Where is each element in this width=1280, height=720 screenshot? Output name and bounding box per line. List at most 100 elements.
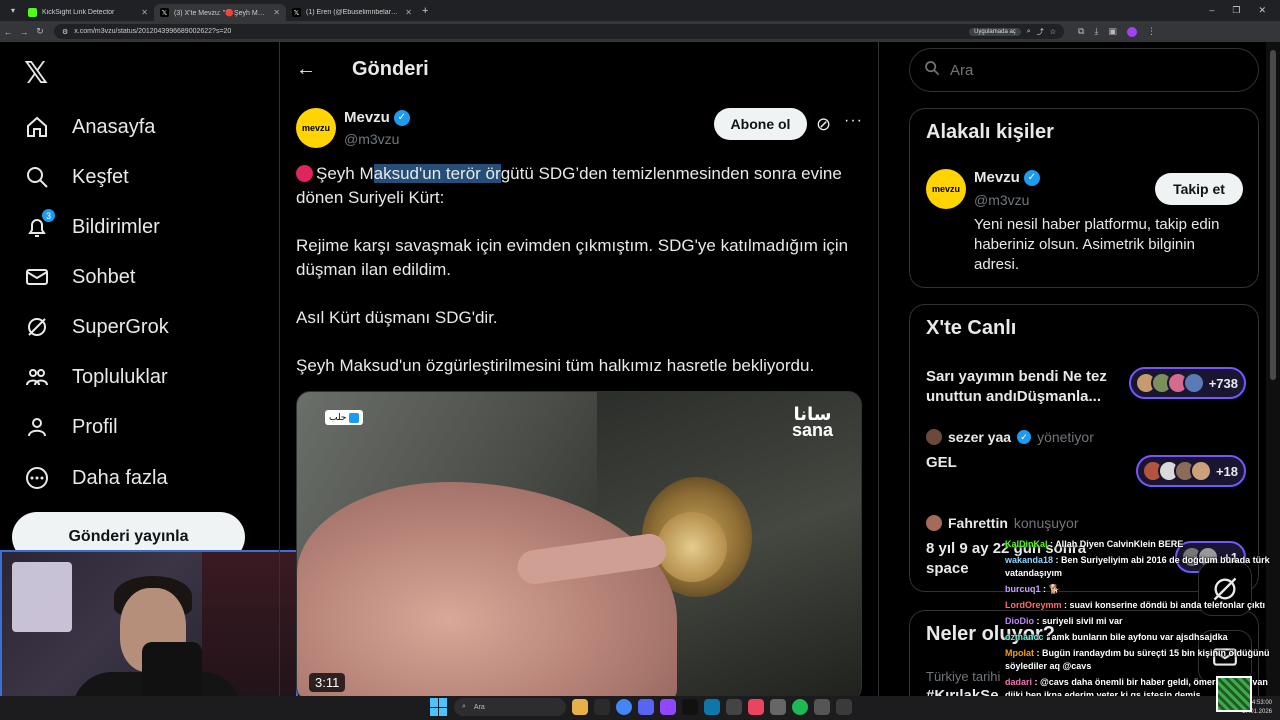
windows-start-icon[interactable] [430, 698, 448, 716]
app-icon[interactable] [836, 699, 852, 715]
terminal-icon[interactable] [594, 699, 610, 715]
chat-message: DioDio : suriyeli sivil mi var [1005, 616, 1123, 626]
taskbar-search-text: Ara [473, 703, 485, 711]
app-icon[interactable] [748, 699, 764, 715]
search-icon: ⌕ [462, 703, 466, 710]
obs-icon[interactable] [682, 699, 698, 715]
communities-icon [24, 364, 50, 390]
live-item[interactable]: Sarı yayımın bendi Ne tez unuttun andıDü… [926, 367, 1246, 407]
chat-text: Bugün irandaydım bu süreçti 15 bin kişin… [1005, 648, 1270, 671]
nav-item-profile[interactable]: Profil [24, 412, 118, 442]
sana-watermark: سانا sana [792, 405, 833, 439]
chat-message: wakanda18 : Ben Suriyeliyim abi 2016 de … [1005, 555, 1270, 578]
chrome-icon[interactable] [616, 699, 632, 715]
author-avatar[interactable]: mevzu [296, 108, 336, 148]
nav-label: Keşfet [72, 165, 129, 188]
x-logo-icon[interactable]: 𝕏 [24, 56, 48, 91]
tab-menu-icon[interactable]: ▾ [4, 4, 22, 18]
nav-label: Bildirimler [72, 215, 160, 238]
selected-text: aksud'un terör ör [373, 164, 501, 183]
live-item[interactable]: sezer yaa ✓ yönetiyor GEL +18 [926, 429, 1246, 487]
post-body: Şeyh Maksud'un terör örgütü SDG’den temi… [296, 162, 866, 402]
url-text: x.com/m3vzu/status/2012043996689002622?s… [74, 28, 232, 35]
chat-text: amk bunların bile ayfonu var ajsdhsajdka [1051, 632, 1228, 642]
nav-label: Anasayfa [72, 115, 156, 138]
spotify-icon[interactable] [792, 699, 808, 715]
restore-icon[interactable]: ❐ [1232, 5, 1240, 16]
twitch-icon[interactable] [660, 699, 676, 715]
related-name[interactable]: Mevzu ✓ [974, 169, 1040, 186]
host-avatar [926, 515, 942, 531]
chat-text: 🐕 [1048, 584, 1060, 594]
search-input[interactable]: Ara [909, 48, 1259, 92]
minimize-icon[interactable]: – [1209, 5, 1214, 16]
follow-button[interactable]: Takip et [1155, 173, 1243, 205]
share-icon[interactable]: ⤴ [1037, 27, 1044, 37]
discord-icon[interactable] [638, 699, 654, 715]
grok-explain-icon[interactable]: ⊘ [816, 114, 831, 135]
nav-item-supergrok[interactable]: SuperGrok [24, 312, 169, 342]
related-avatar[interactable]: mevzu [926, 169, 966, 209]
author-handle[interactable]: @m3vzu [344, 131, 399, 147]
listeners-pill[interactable]: +738 [1128, 367, 1246, 399]
text-segment: Şeyh M [316, 164, 374, 183]
site-info-icon[interactable]: ⚙ [62, 28, 68, 36]
extensions-icon[interactable]: ⧉ [1078, 26, 1084, 37]
download-icon[interactable]: ⤓ [1094, 26, 1098, 37]
omnibox[interactable]: ⚙ x.com/m3vzu/status/2012043996689002622… [54, 24, 1064, 39]
author-name[interactable]: Mevzu ✓ [344, 109, 410, 126]
open-in-app-chip[interactable]: Uygulamada aç [969, 27, 1021, 36]
toolbar-icons: ⧉ ⤓ ▣ ⋮ [1078, 26, 1156, 37]
zoom-icon[interactable]: ⌕ [1027, 28, 1031, 36]
more-options-icon[interactable]: ··· [844, 112, 863, 130]
app-icon[interactable] [704, 699, 720, 715]
nav-item-home[interactable]: Anasayfa [24, 112, 155, 142]
profile-avatar[interactable] [1126, 26, 1137, 37]
host-name: sezer yaa [948, 429, 1012, 445]
nav-item-more[interactable]: Daha fazla [24, 463, 168, 493]
host-role: konuşuyor [1013, 515, 1079, 531]
tab-mevzu-post[interactable]: 𝕏 (3) X'te Mevzu: "🔴Şeyh Maksu... ✕ [154, 4, 286, 21]
tab-eren[interactable]: 𝕏 (1) Eren (@Ebuselimnbelarus) / ✕ [286, 4, 418, 21]
tab-kicksight[interactable]: KickSight Link Detector ✕ [22, 4, 154, 21]
host-row: sezer yaa ✓ yönetiyor [926, 429, 1246, 445]
app-icon[interactable] [770, 699, 786, 715]
window-close-icon[interactable]: ✕ [1258, 5, 1266, 16]
app-icon[interactable] [814, 699, 830, 715]
back-icon[interactable]: ← [0, 27, 16, 37]
listener-count: +18 [1215, 463, 1238, 479]
forward-icon[interactable]: → [16, 27, 32, 37]
browser-menu-icon[interactable]: ⋮ [1147, 26, 1156, 37]
post-video[interactable]: حلب سانا sana 3:11 [296, 391, 862, 701]
chat-text: suavi konserine döndü bi anda telefonlar… [1069, 600, 1266, 610]
verified-badge-icon: ✓ [1023, 169, 1040, 186]
mail-icon [24, 264, 50, 290]
chat-username: LordOreymm [1005, 600, 1062, 610]
subscribe-button[interactable]: Abone ol [714, 108, 807, 140]
kick-favicon-icon [28, 8, 37, 17]
sidebar-icon[interactable]: ▣ [1108, 26, 1117, 37]
grok-icon [24, 314, 50, 340]
nav-item-communities[interactable]: Topluluklar [24, 362, 168, 392]
close-icon[interactable]: ✕ [141, 8, 148, 17]
app-icon[interactable] [726, 699, 742, 715]
close-icon[interactable]: ✕ [405, 8, 412, 17]
chat-username: burcuq1 [1005, 584, 1041, 594]
new-tab-icon[interactable]: + [422, 5, 428, 17]
close-icon[interactable]: ✕ [273, 8, 280, 17]
bookmark-star-icon[interactable]: ☆ [1050, 28, 1056, 36]
reload-icon[interactable]: ↻ [32, 26, 48, 37]
trend-category: Türkiye tarihi [926, 669, 1001, 684]
back-arrow-icon[interactable]: ← [296, 58, 316, 81]
nav-item-messages[interactable]: Sohbet [24, 262, 135, 292]
related-handle[interactable]: @m3vzu [974, 192, 1029, 208]
nav-item-explore[interactable]: Keşfet [24, 162, 129, 192]
nav-item-notifications[interactable]: 3 Bildirimler [24, 208, 160, 242]
scrollbar-thumb[interactable] [1270, 50, 1276, 380]
card-title: X'te Canlı [926, 317, 1017, 339]
taskbar-search[interactable]: ⌕ Ara [454, 698, 566, 716]
chat-message: Mpolat : Bugün irandaydım bu süreçti 15 … [1005, 648, 1270, 671]
listeners-pill[interactable]: +18 [1135, 455, 1246, 487]
verified-badge-icon: ✓ [1017, 430, 1032, 444]
file-explorer-icon[interactable] [572, 699, 588, 715]
